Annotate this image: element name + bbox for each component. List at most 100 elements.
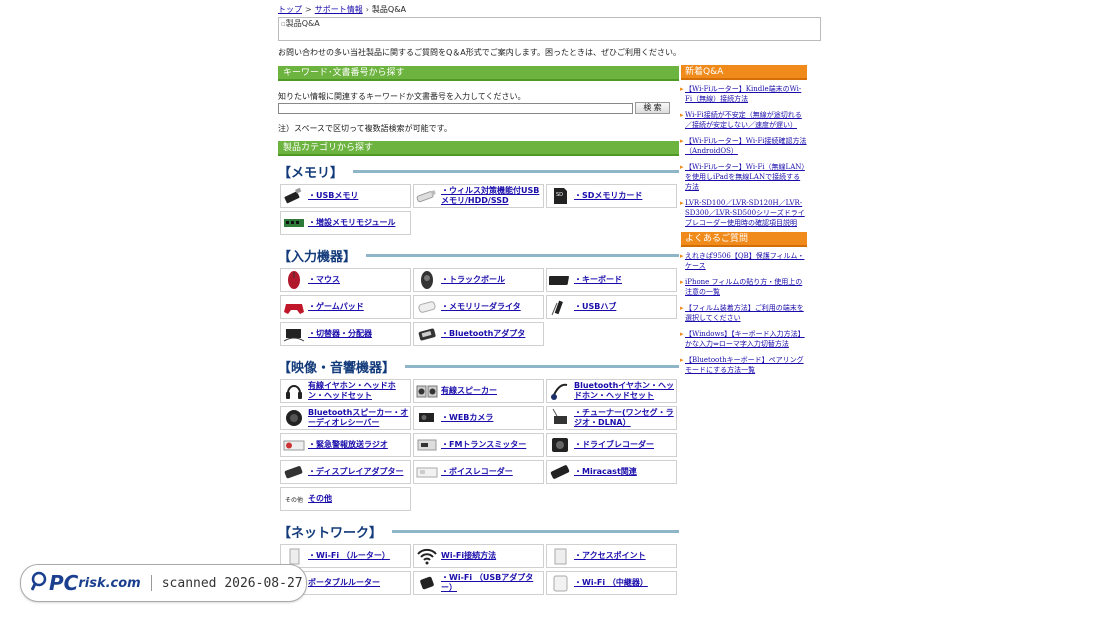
sidebar-list-item: 【Bluetoothキーボード】ペアリングモードにする方法一覧 — [680, 355, 807, 375]
category-title-text: 【メモリ】 — [278, 165, 344, 181]
category-item[interactable]: ・ドライブレコーダー — [546, 433, 677, 457]
category-item[interactable]: ・ゲームパッド — [280, 295, 411, 319]
keyboard-icon — [549, 270, 571, 290]
category-item-link[interactable]: その他 — [308, 494, 332, 504]
category-grid: 有線イヤホン・ヘッドホン・ヘッドセット 有線スピーカー Bluetoothイヤホン・… — [280, 379, 679, 511]
category-item-link[interactable]: ・Wi-Fi （USBアダプター） — [441, 573, 543, 593]
category-item[interactable]: ・アクセスポイント — [546, 544, 677, 568]
category-item-link[interactable]: ・USBメモリ — [308, 191, 358, 201]
category-item-link[interactable]: ・Miracast関連 — [574, 467, 637, 477]
category-item[interactable]: ・増設メモリモジュール — [280, 211, 411, 235]
intro-text: お問い合わせの多い当社製品に関するご質問をQ＆A形式でご案内します。困ったときは… — [278, 48, 681, 57]
category-title-text: 【映像・音響機器】 — [278, 360, 396, 376]
category-item-link[interactable]: 有線スピーカー — [441, 386, 497, 396]
category-title: 【映像・音響機器】 — [278, 358, 679, 376]
watermark-divider — [150, 575, 152, 591]
category-list: 【メモリ】 ・USBメモリ ・ウィルス対策機能付USBメモリ/HDD/SSD SD ・S… — [278, 163, 679, 595]
category-item-link[interactable]: Wi-Fi接続方法 — [441, 551, 496, 561]
category-item-link[interactable]: ・チューナー(ワンセグ・ラジオ・DLNA） — [574, 408, 676, 428]
category-item-link[interactable]: ・増設メモリモジュール — [308, 218, 395, 228]
category-item[interactable]: ・ディスプレイアダプター — [280, 460, 411, 484]
category-item[interactable]: 有線スピーカー — [413, 379, 544, 403]
breadcrumb-current: 製品Q&A — [371, 5, 406, 14]
category-item[interactable]: ・緊急警報放送ラジオ — [280, 433, 411, 457]
category-item[interactable]: ・キーボード — [546, 268, 677, 292]
category-item-link[interactable]: ・FMトランスミッター — [441, 440, 526, 450]
webcam-icon — [416, 408, 438, 428]
category-item-link[interactable]: ・ドライブレコーダー — [574, 440, 654, 450]
category-item[interactable]: ・Wi-Fi （中継器） — [546, 571, 677, 595]
category-item[interactable]: ・Wi-Fi （ルーター） — [280, 544, 411, 568]
category-item-link[interactable]: ・アクセスポイント — [574, 551, 646, 561]
sidebar-link[interactable]: 【Wi-Fiルーター】Wi-Fi（無線LAN）を使用しiPadを無線LANで接続… — [685, 163, 805, 191]
category-item-link[interactable]: ・ウィルス対策機能付USBメモリ/HDD/SSD — [441, 186, 543, 206]
category-item[interactable]: Bluetoothイヤホン・ヘッドホン・ヘッドセット — [546, 379, 677, 403]
search-input[interactable] — [278, 102, 633, 114]
category-item-link[interactable]: ・切替器・分配器 — [308, 329, 372, 339]
category-item-link[interactable]: ・ディスプレイアダプター — [308, 467, 403, 477]
repeater-icon — [549, 573, 571, 593]
category-item[interactable]: その他 その他 — [280, 487, 411, 511]
category-item-link[interactable]: ・キーボード — [574, 275, 622, 285]
category-item[interactable]: ・ウィルス対策機能付USBメモリ/HDD/SSD — [413, 184, 544, 208]
sidebar-link[interactable]: iPhone フィルムの貼り方・使用上の注意の一覧 — [685, 278, 802, 296]
category-item[interactable]: Bluetoothスピーカー・オーディオレシーバー — [280, 406, 411, 430]
breadcrumb-home[interactable]: トップ — [278, 5, 302, 14]
category-item-link[interactable]: ・緊急警報放送ラジオ — [308, 440, 388, 450]
category-item[interactable]: ・FMトランスミッター — [413, 433, 544, 457]
category-item[interactable]: Wi-Fi接続方法 — [413, 544, 544, 568]
category-title-text: 【ネットワーク】 — [278, 525, 383, 541]
category-item[interactable]: ・USBメモリ — [280, 184, 411, 208]
category-item[interactable]: ・切替器・分配器 — [280, 322, 411, 346]
other-icon: その他 — [284, 496, 303, 504]
category-item-link[interactable]: ・トラックボール — [441, 275, 505, 285]
sidebar-list-item: 【フィルム装着方法】ご利用の端末を選択してください — [680, 303, 807, 323]
category-item-link[interactable]: ・Wi-Fi （ルーター） — [308, 551, 390, 561]
sidebar-link[interactable]: Wi-Fi接続が不安定（無線が途切れる／接続が安定しない／速度が遅い） — [685, 111, 802, 129]
sidebar-link[interactable]: えれきぱ9506【QB】保護フィルム・ケース — [685, 252, 804, 270]
sidebar-link[interactable]: 【フィルム装着方法】ご利用の端末を選択してください — [685, 304, 804, 322]
search-button[interactable]: 検 索 — [635, 102, 670, 114]
category-item[interactable]: ・メモリリーダライタ — [413, 295, 544, 319]
category-item-link[interactable]: ・ボイスレコーダー — [441, 467, 513, 477]
category-item-link[interactable]: ・USBハブ — [574, 302, 616, 312]
sd-card-icon: SD — [549, 186, 571, 206]
category-grid: ・Wi-Fi （ルーター） Wi-Fi接続方法 ・アクセスポイントポータブルルーター… — [280, 544, 679, 595]
category-item[interactable]: ・Wi-Fi （USBアダプター） — [413, 571, 544, 595]
category-item[interactable]: SD ・SDメモリカード — [546, 184, 677, 208]
page-banner: ▫製品Q&A — [278, 17, 821, 41]
category-item-link[interactable]: 有線イヤホン・ヘッドホン・ヘッドセット — [308, 381, 410, 401]
category-item-link[interactable]: ・Wi-Fi （中継器） — [574, 578, 648, 588]
sidebar-list-item: えれきぱ9506【QB】保護フィルム・ケース — [680, 251, 807, 271]
sidebar-link[interactable]: 【Windows】【キーボード入力方法】かな入力⇔ローマ字入力切替方法 — [685, 330, 805, 348]
category-item[interactable]: ・USBハブ — [546, 295, 677, 319]
category-item[interactable]: 有線イヤホン・ヘッドホン・ヘッドセット — [280, 379, 411, 403]
sidebar: 新着Q&A 【Wi-Fiルーター】Kindle端末のWi-Fi（無線）接続方法 W… — [680, 65, 807, 381]
category-item-link[interactable]: ・メモリリーダライタ — [441, 302, 521, 312]
breadcrumb-support[interactable]: サポート情報 — [315, 5, 363, 14]
sidebar-link[interactable]: LVR-SD100／LVR-SD120H／LVR-SD300／LVR-SD500… — [685, 199, 805, 227]
sidebar-link[interactable]: 【Wi-Fiルーター】Kindle端末のWi-Fi（無線）接続方法 — [685, 85, 801, 103]
category-item-link[interactable]: ・SDメモリカード — [574, 191, 642, 201]
category-item-link[interactable]: Bluetoothイヤホン・ヘッドホン・ヘッドセット — [574, 381, 676, 401]
category-item[interactable]: ・チューナー(ワンセグ・ラジオ・DLNA） — [546, 406, 677, 430]
sidebar-link[interactable]: 【Wi-Fiルーター】Wi-Fi接続確認方法（AndroidOS） — [685, 137, 807, 155]
logo-risk: risk.com — [78, 575, 141, 591]
router-icon — [283, 546, 305, 566]
category-item-link[interactable]: ・Bluetoothアダプタ — [441, 329, 525, 339]
category-title-rule — [353, 169, 679, 173]
category-item[interactable]: ・マウス — [280, 268, 411, 292]
category-item-link[interactable]: ・マウス — [308, 275, 340, 285]
category-item-link[interactable]: ・WEBカメラ — [441, 413, 493, 423]
breadcrumb-separator: > — [305, 5, 312, 14]
sidebar-link[interactable]: 【Bluetoothキーボード】ペアリングモードにする方法一覧 — [685, 356, 804, 374]
category-item[interactable]: ・Miracast関連 — [546, 460, 677, 484]
category-item-link[interactable]: Bluetoothスピーカー・オーディオレシーバー — [308, 408, 410, 428]
category-item[interactable]: ・Bluetoothアダプタ — [413, 322, 544, 346]
category-item[interactable]: ・トラックボール — [413, 268, 544, 292]
category-item[interactable]: ・WEBカメラ — [413, 406, 544, 430]
headphones-icon — [283, 381, 305, 401]
category-item-link[interactable]: ・ゲームパッド — [308, 302, 364, 312]
category-item-link[interactable]: ポータブルルーター — [308, 578, 380, 588]
category-item[interactable]: ・ボイスレコーダー — [413, 460, 544, 484]
